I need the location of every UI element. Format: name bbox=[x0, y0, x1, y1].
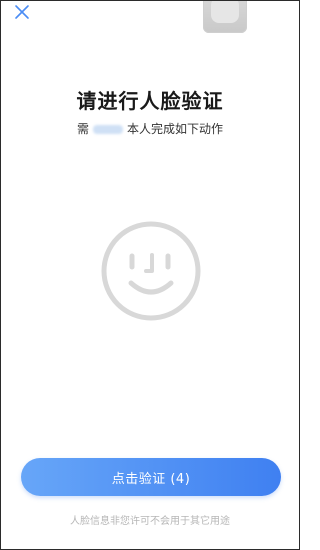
camera-preview-thumbnail bbox=[203, 1, 247, 33]
close-button[interactable] bbox=[13, 3, 31, 21]
close-icon bbox=[15, 5, 29, 19]
masked-user-name bbox=[93, 125, 123, 134]
subtitle-suffix: 本人完成如下动作 bbox=[127, 122, 224, 136]
privacy-note: 人脸信息非您许可不会用于其它用途 bbox=[70, 516, 230, 527]
verify-button[interactable]: 点击验证 (4) bbox=[21, 458, 281, 496]
subtitle: 需 本人完成如下动作 bbox=[1, 121, 299, 137]
face-outline-icon bbox=[99, 219, 203, 323]
subtitle-prefix: 需 bbox=[76, 122, 89, 136]
face-verification-screen: 请进行人脸验证 需 本人完成如下动作 点击验证 (4) 人脸信息非您许可不会用于其… bbox=[0, 0, 300, 550]
page-title: 请进行人脸验证 bbox=[76, 89, 224, 113]
